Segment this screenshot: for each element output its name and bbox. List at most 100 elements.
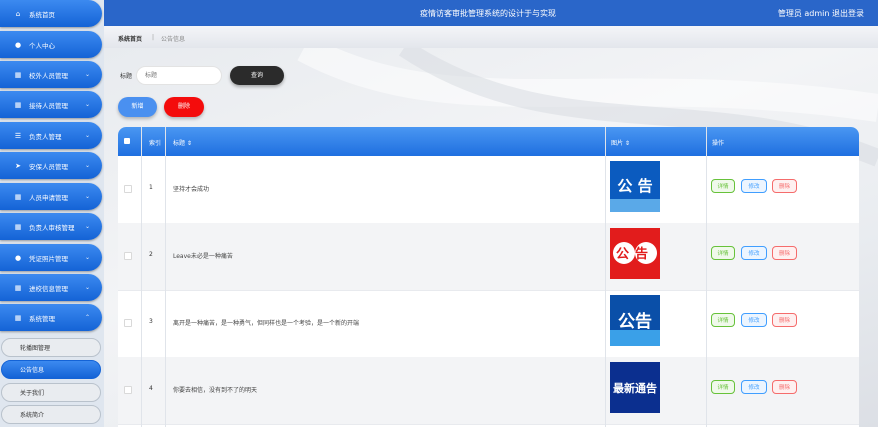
search-input[interactable] xyxy=(136,66,222,85)
chevron-down-icon: ⌄ xyxy=(84,132,90,139)
header-title[interactable]: 标题 ⇕ xyxy=(173,138,192,147)
sidebar-item-label: 人员申请管理 xyxy=(29,193,68,202)
select-all-checkbox[interactable] xyxy=(124,138,130,144)
system-title: 疫情访客审批管理系统的设计于与实现 xyxy=(420,9,556,18)
column-divider xyxy=(165,127,166,427)
chevron-down-icon: ⌄ xyxy=(84,223,90,230)
sidebar-subitem-intro[interactable]: 系统简介 xyxy=(1,405,101,424)
add-button[interactable]: 新增 xyxy=(118,97,157,117)
breadcrumb-separator: | xyxy=(152,34,155,41)
header-index: 索引 xyxy=(149,140,162,147)
sidebar-item-reception-mgmt[interactable]: ▦ 接待人员管理 ⌄ xyxy=(0,91,102,118)
detail-button[interactable]: 详情 xyxy=(711,246,735,260)
row-index: 2 xyxy=(149,251,153,258)
breadcrumb-home[interactable]: 系统首页 xyxy=(118,34,142,43)
breadcrumb: 系统首页 | 公告信息 xyxy=(104,26,878,48)
announcement-image: 公告 xyxy=(610,295,660,346)
send-icon: ➤ xyxy=(15,161,21,170)
list-icon: ☰ xyxy=(14,131,22,140)
column-divider xyxy=(706,127,707,427)
chevron-down-icon: ⌄ xyxy=(84,254,90,261)
sidebar-item-label: 校外人员管理 xyxy=(29,71,68,80)
chevron-down-icon: ⌄ xyxy=(84,193,90,200)
table-row: 2 Leave未必是一种痛苦 公告 详情 修改 删除 xyxy=(118,223,859,291)
delete-button[interactable]: 删除 xyxy=(772,380,797,394)
detail-button[interactable]: 详情 xyxy=(711,313,735,327)
row-title: 离开是一种痛苦，是一种勇气，但同样也是一个考验，是一个新的开端 xyxy=(173,320,360,327)
grid-icon: ▦ xyxy=(14,283,22,292)
detail-button[interactable]: 详情 xyxy=(711,179,735,193)
table-row: 1 坚持才会成功 公 告 详情 修改 删除 xyxy=(118,156,859,224)
edit-button[interactable]: 修改 xyxy=(741,246,767,260)
sidebar-item-system-mgmt[interactable]: ▦ 系统管理 ⌃ xyxy=(0,304,102,331)
delete-button[interactable]: 删除 xyxy=(772,246,797,260)
delete-button[interactable]: 删除 xyxy=(772,313,797,327)
breadcrumb-current: 公告信息 xyxy=(161,36,186,43)
sidebar-item-label: 负责人管理 xyxy=(29,132,62,141)
sidebar-subitem-carousel[interactable]: 轮播图管理 xyxy=(1,338,101,357)
row-index: 3 xyxy=(149,318,153,325)
row-checkbox[interactable] xyxy=(124,319,132,327)
edit-button[interactable]: 修改 xyxy=(741,179,767,193)
svg-text:公告: 公告 xyxy=(616,246,654,262)
svg-text:公 告: 公 告 xyxy=(617,177,652,195)
header-ops: 操作 xyxy=(712,140,725,147)
sidebar-item-label: 安保人员管理 xyxy=(29,162,68,171)
sidebar-item-label: 负责人审核管理 xyxy=(29,223,75,232)
announcement-image: 最新通告 xyxy=(610,362,660,413)
sidebar-item-photo-mgmt[interactable]: ● 凭证照片管理 ⌄ xyxy=(0,244,102,271)
sidebar-item-application-mgmt[interactable]: ▦ 人员申请管理 ⌄ xyxy=(0,183,102,210)
announcement-image: 公 告 xyxy=(610,161,660,212)
svg-text:公告: 公告 xyxy=(618,311,652,332)
edit-button[interactable]: 修改 xyxy=(741,313,767,327)
row-title: 你要去相信，没有到不了的明天 xyxy=(173,387,258,394)
detail-button[interactable]: 详情 xyxy=(711,380,735,394)
sidebar-item-manager-mgmt[interactable]: ☰ 负责人管理 ⌄ xyxy=(0,122,102,149)
sidebar-subitem-announcement[interactable]: 公告信息 xyxy=(1,360,101,379)
announcement-image: 公告 xyxy=(610,228,660,279)
announcement-table: 索引 标题 ⇕ 图片 ⇕ 操作 1 坚持才会成功 公 告 详情 修改 删除 2 … xyxy=(118,127,859,427)
table-header: 索引 标题 ⇕ 图片 ⇕ 操作 xyxy=(118,127,859,156)
batch-delete-button[interactable]: 删除 xyxy=(164,97,204,117)
grid-icon: ▦ xyxy=(14,70,22,79)
sidebar-item-visitor-mgmt[interactable]: ▦ 校外人员管理 ⌄ xyxy=(0,61,102,88)
table-row: 4 你要去相信，没有到不了的明天 最新通告 详情 修改 删除 xyxy=(118,357,859,425)
sidebar-item-label: 凭证照片管理 xyxy=(29,254,68,263)
grid-icon: ▦ xyxy=(14,313,22,322)
row-index: 1 xyxy=(149,184,153,191)
row-index: 4 xyxy=(149,385,153,392)
row-checkbox[interactable] xyxy=(124,252,132,260)
chevron-down-icon: ⌄ xyxy=(84,101,90,108)
sidebar-subitem-about[interactable]: 关于我们 xyxy=(1,383,101,402)
sidebar-item-label: 进校信息管理 xyxy=(29,284,68,293)
sidebar-item-entry-mgmt[interactable]: ▦ 进校信息管理 ⌄ xyxy=(0,274,102,301)
row-title: Leave未必是一种痛苦 xyxy=(173,253,233,260)
chevron-down-icon: ⌄ xyxy=(84,162,90,169)
user-icon: ● xyxy=(14,40,22,49)
grid-icon: ▦ xyxy=(14,192,22,201)
user-logout-link[interactable]: 管理员 admin 退出登录 xyxy=(778,8,864,19)
user-icon: ● xyxy=(14,253,22,262)
column-divider xyxy=(605,127,606,427)
grid-icon: ▦ xyxy=(14,100,22,109)
query-button[interactable]: 查询 xyxy=(230,66,284,85)
row-checkbox[interactable] xyxy=(124,185,132,193)
sidebar-item-security-mgmt[interactable]: ➤ 安保人员管理 ⌄ xyxy=(0,152,102,179)
top-header: 疫情访客审批管理系统的设计于与实现 管理员 admin 退出登录 xyxy=(104,0,878,26)
row-checkbox[interactable] xyxy=(124,386,132,394)
header-image[interactable]: 图片 ⇕ xyxy=(611,138,630,147)
sidebar-item-home[interactable]: ⌂ 系统首页 xyxy=(0,0,102,27)
sidebar-item-label: 个人中心 xyxy=(29,41,55,50)
sidebar-item-label: 系统管理 xyxy=(29,314,55,323)
edit-button[interactable]: 修改 xyxy=(741,380,767,394)
sidebar-item-personal-center[interactable]: ● 个人中心 xyxy=(0,31,102,58)
delete-button[interactable]: 删除 xyxy=(772,179,797,193)
sidebar-item-label: 接待人员管理 xyxy=(29,101,68,110)
sidebar-item-review-mgmt[interactable]: ▦ 负责人审核管理 ⌄ xyxy=(0,213,102,240)
column-divider xyxy=(141,127,142,427)
chevron-up-icon: ⌃ xyxy=(84,314,90,321)
search-label: 标题 xyxy=(120,73,133,80)
svg-text:最新通告: 最新通告 xyxy=(613,381,657,395)
table-row: 3 离开是一种痛苦，是一种勇气，但同样也是一个考验，是一个新的开端 公告 详情 … xyxy=(118,290,859,358)
row-title: 坚持才会成功 xyxy=(173,186,210,193)
